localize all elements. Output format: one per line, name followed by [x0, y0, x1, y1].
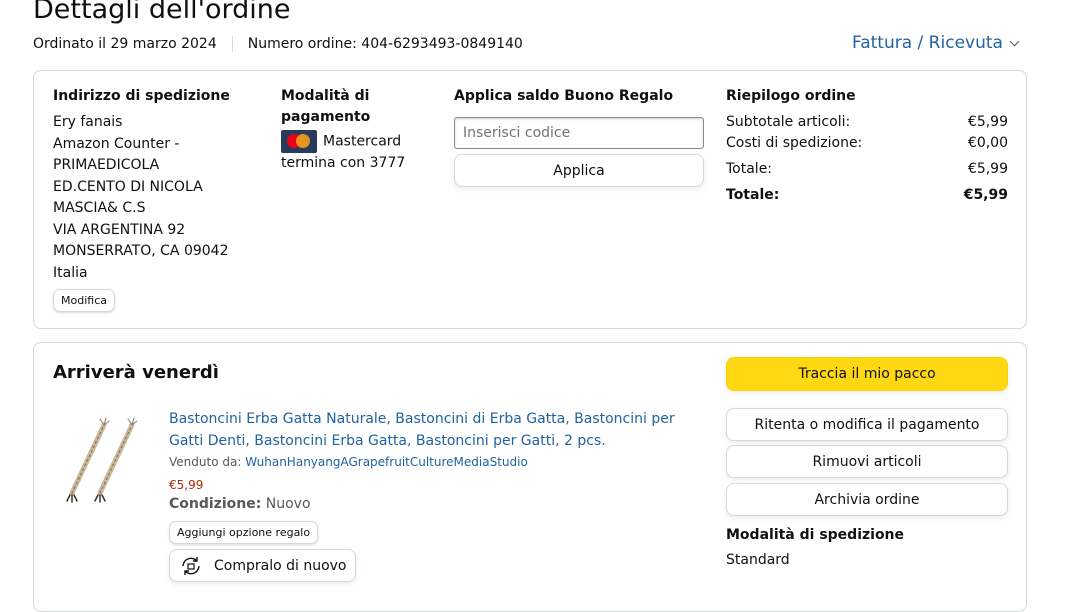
gift-card-heading: Applica saldo Buono Regalo: [454, 88, 674, 104]
apply-gift-button[interactable]: Applica: [454, 154, 704, 187]
sold-by: Venduto da: WuhanHanyangAGrapefruitCultu…: [169, 453, 528, 471]
grand-total-value: €5,99: [963, 187, 1008, 203]
summary-label: Subtotale articoli:: [726, 114, 851, 130]
address-line: MASCIA& C.S: [53, 200, 146, 216]
buy-again-button[interactable]: Compralo di nuovo: [169, 549, 356, 582]
product-image[interactable]: [62, 415, 152, 505]
shipping-address-section: Indirizzo di spedizione Ery fanais Amazo…: [53, 86, 253, 312]
address-line: Amazon Counter -: [53, 135, 180, 152]
archive-order-button[interactable]: Archivia ordine: [726, 483, 1008, 516]
order-number: Numero ordine: 404-6293493-0849140: [247, 36, 523, 52]
shipping-method-value: Standard: [726, 552, 790, 568]
product-condition: Condizione: Nuovo: [169, 494, 311, 515]
arrival-heading: Arriverà venerdì: [53, 362, 219, 383]
buy-again-label: Compralo di nuovo: [214, 557, 347, 574]
summary-label: Costi di spedizione:: [726, 135, 863, 151]
payment-card: Mastercard termina con 3777: [281, 130, 421, 175]
condition-label: Condizione:: [169, 496, 262, 512]
buy-again-icon: [182, 556, 200, 575]
product-title-link[interactable]: Bastoncini Erba Gatta Naturale, Bastonci…: [169, 408, 689, 452]
summary-value: €0,00: [967, 135, 1008, 151]
track-package-button[interactable]: Traccia il mio pacco: [726, 357, 1008, 391]
order-summary-heading-wrap: Riepilogo ordine: [726, 86, 856, 107]
chevron-down-icon: [1009, 36, 1020, 46]
summary-row: Totale: €5,99: [726, 159, 1008, 180]
order-date: Ordinato il 29 marzo 2024: [33, 36, 217, 52]
retry-payment-button[interactable]: Ritenta o modifica il pagamento: [726, 408, 1008, 441]
order-info-card: Indirizzo di spedizione Ery fanais Amazo…: [33, 70, 1027, 329]
gift-card-section: Applica saldo Buono Regalo: [454, 86, 673, 107]
shipping-method-heading: Modalità di spedizione: [726, 527, 905, 543]
invoice-dropdown[interactable]: Fattura / Ricevuta: [852, 33, 1020, 53]
sold-by-label: Venduto da:: [169, 455, 242, 469]
summary-value: €5,99: [967, 114, 1008, 130]
invoice-label: Fattura / Ricevuta: [852, 33, 1003, 53]
payment-heading: Modalità di pagamento: [281, 86, 421, 128]
catnip-sticks-image: [66, 417, 138, 503]
summary-label: Totale:: [726, 161, 773, 177]
product-price: €5,99: [169, 478, 204, 492]
grand-total-label: Totale:: [726, 187, 780, 203]
shipping-address-lines: Ery fanais Amazon Counter - PRIMAEDICOLA…: [53, 112, 253, 284]
add-gift-option-button[interactable]: Aggiungi opzione regalo: [169, 521, 319, 544]
summary-value: €5,99: [967, 161, 1008, 177]
address-line: Italia: [53, 264, 88, 281]
summary-row: Costi di spedizione: €0,00: [726, 133, 1008, 154]
payment-heading-line: pagamento: [281, 109, 371, 125]
page-title: Dettagli dell'ordine: [33, 0, 291, 25]
shipping-address-heading: Indirizzo di spedizione: [53, 88, 230, 104]
mastercard-icon: [281, 130, 317, 153]
card-brand: Mastercard: [323, 133, 402, 150]
seller-link[interactable]: WuhanHanyangAGrapefruitCultureMediaStudi…: [245, 455, 528, 469]
edit-address-button[interactable]: Modifica: [53, 289, 115, 312]
order-summary-heading: Riepilogo ordine: [726, 88, 856, 104]
address-line: ED.CENTO DI NICOLA: [53, 178, 203, 195]
card-ending: termina con 3777: [281, 155, 406, 171]
shipment-card: Arriverà venerdì Bastoncini Erba Gatta N…: [33, 342, 1027, 612]
address-line: PRIMAEDICOLA: [53, 157, 160, 173]
address-line: Ery fanais: [53, 114, 123, 130]
payment-section: Modalità di pagamento Mastercard termina…: [281, 86, 421, 175]
order-meta: Ordinato il 29 marzo 2024 Numero ordine:…: [33, 36, 523, 52]
payment-heading-line: Modalità di: [281, 88, 370, 104]
meta-divider: [231, 36, 233, 52]
summary-grand-total: Totale: €5,99: [726, 185, 1008, 206]
summary-row: Subtotale articoli: €5,99: [726, 112, 1008, 133]
address-line: MONSERRATO, CA 09042: [53, 243, 229, 259]
condition-value: Nuovo: [265, 496, 311, 512]
gift-code-input[interactable]: [454, 117, 704, 149]
remove-items-button[interactable]: Rimuovi articoli: [726, 445, 1008, 478]
address-line: VIA ARGENTINA 92: [53, 221, 186, 238]
